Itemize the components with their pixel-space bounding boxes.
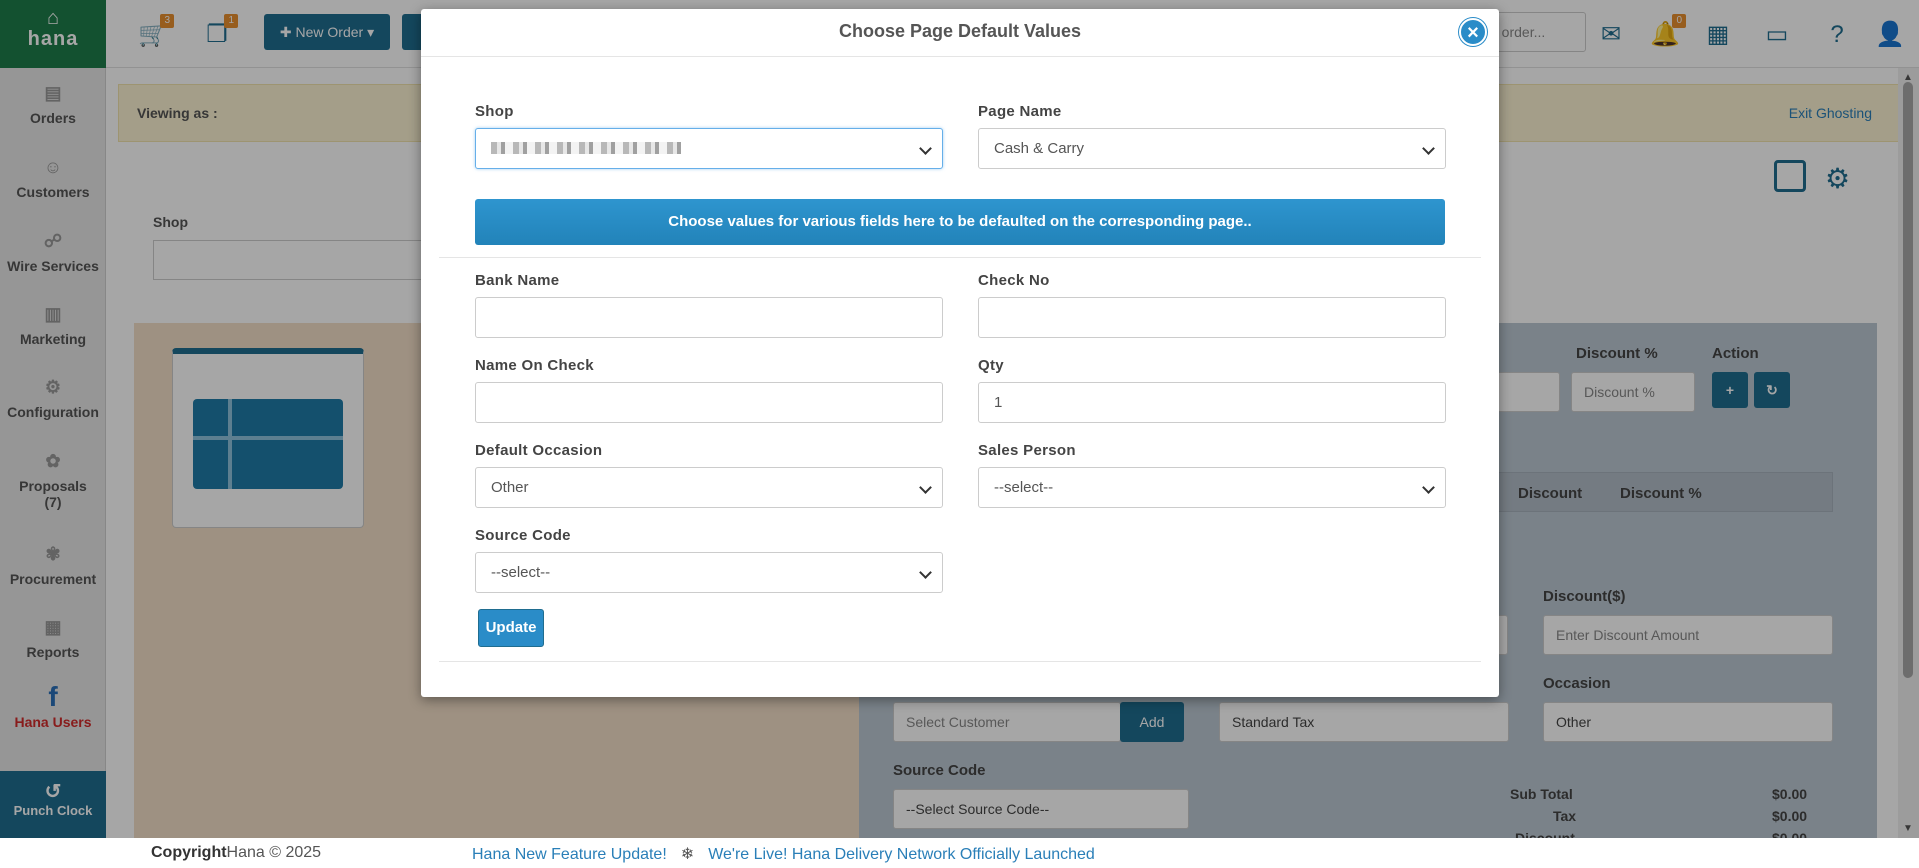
sales-person-select[interactable]: --select-- <box>978 467 1446 508</box>
sales-person-label: Sales Person <box>978 442 1076 459</box>
bank-name-label: Bank Name <box>475 272 560 289</box>
bank-name-input[interactable] <box>475 297 943 338</box>
page-name-select[interactable]: Cash & Carry <box>978 128 1446 169</box>
shop-label: Shop <box>475 103 514 120</box>
info-banner: Choose values for various fields here to… <box>475 199 1445 245</box>
name-on-check-input[interactable] <box>475 382 943 423</box>
update-button[interactable]: Update <box>478 609 544 647</box>
qty-input[interactable]: 1 <box>978 382 1446 423</box>
check-no-label: Check No <box>978 272 1050 289</box>
page-name-label: Page Name <box>978 103 1062 120</box>
default-occasion-label: Default Occasion <box>475 442 603 459</box>
source-code-select[interactable]: --select-- <box>475 552 943 593</box>
qty-label: Qty <box>978 357 1004 374</box>
modal-title: Choose Page Default Values <box>838 21 1082 41</box>
source-code-label: Source Code <box>475 527 571 544</box>
shop-select[interactable] <box>475 128 943 169</box>
page-defaults-modal: Choose Page Default Values × Shop Page N… <box>421 9 1499 697</box>
copyright: CopyrightHana © 2025 <box>151 844 322 861</box>
modal-header: Choose Page Default Values × <box>421 9 1499 57</box>
default-occasion-select[interactable]: Other <box>475 467 943 508</box>
check-no-input[interactable] <box>978 297 1446 338</box>
ticker-item[interactable]: Hana New Feature Update! <box>472 846 667 863</box>
footer: CopyrightHana © 2025 Hana New Feature Up… <box>0 838 1919 868</box>
redacted-shop-name <box>491 142 681 154</box>
news-ticker: Hana New Feature Update! ❄ We're Live! Han… <box>472 844 1095 864</box>
ticker-item[interactable]: We're Live! Hana Delivery Network Offici… <box>708 846 1095 863</box>
divider <box>439 661 1481 662</box>
name-on-check-label: Name On Check <box>475 357 594 374</box>
divider <box>439 257 1481 258</box>
close-icon[interactable]: × <box>1459 18 1487 46</box>
snowflake-icon: ❄ <box>680 846 695 863</box>
